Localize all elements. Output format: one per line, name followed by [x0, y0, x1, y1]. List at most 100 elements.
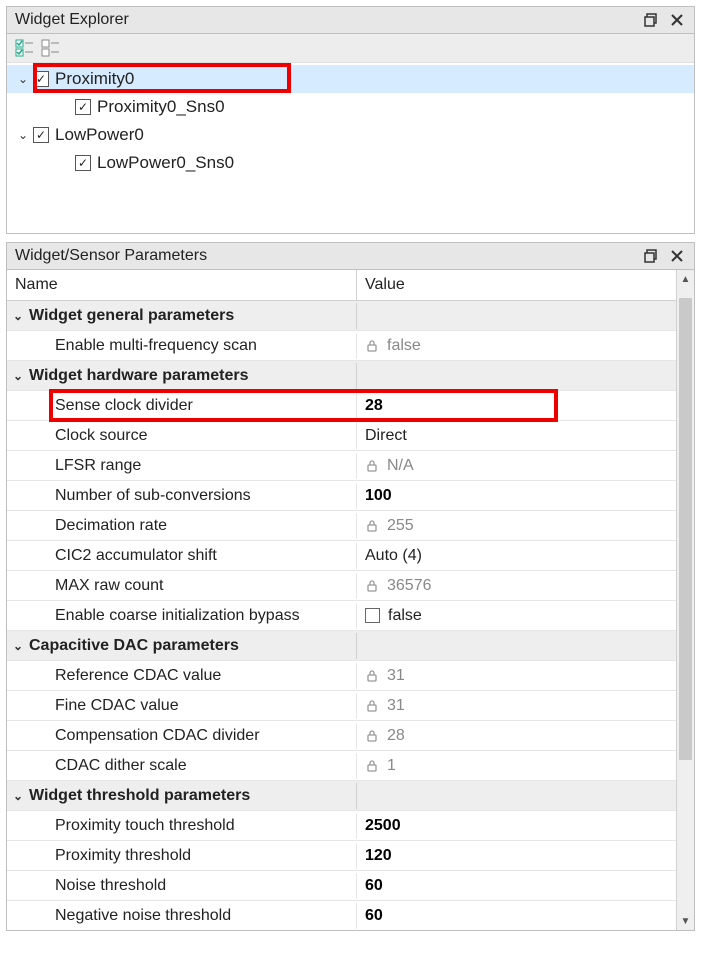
param-row[interactable]: Enable coarse initialization bypass false: [7, 601, 676, 631]
lock-icon: [365, 759, 379, 773]
param-row[interactable]: Noise threshold 60: [7, 871, 676, 901]
param-row[interactable]: Decimation rate255: [7, 511, 676, 541]
section-value-empty: [357, 372, 676, 380]
param-section-header[interactable]: ⌄Widget general parameters: [7, 301, 676, 331]
param-row[interactable]: Clock sourceDirect: [7, 421, 676, 451]
chevron-down-icon[interactable]: ⌄: [7, 369, 29, 383]
tree-item-label: Proximity0: [55, 69, 134, 89]
tree-item[interactable]: ✓ Proximity0_Sns0: [7, 93, 694, 121]
chevron-down-icon[interactable]: ⌄: [7, 309, 29, 323]
param-name: Sense clock divider: [7, 393, 357, 419]
param-name: Proximity threshold: [7, 843, 357, 869]
param-row[interactable]: Enable multi-frequency scanfalse: [7, 331, 676, 361]
tree-checkbox[interactable]: ✓: [75, 155, 91, 171]
params-grid-header: Name Value: [7, 270, 676, 301]
param-row[interactable]: Number of sub-conversions100: [7, 481, 676, 511]
param-value[interactable]: 28: [357, 393, 676, 419]
tree-item-label: LowPower0: [55, 125, 144, 145]
param-name: LFSR range: [7, 453, 357, 479]
param-row[interactable]: MAX raw count 36576: [7, 571, 676, 601]
scroll-up-icon[interactable]: ▲: [677, 270, 694, 288]
lock-icon: [365, 669, 379, 683]
param-row[interactable]: CIC2 accumulator shiftAuto (4): [7, 541, 676, 571]
tree-item[interactable]: ⌄✓ Proximity0: [7, 65, 694, 93]
lock-icon: [365, 339, 379, 353]
param-value-text: 60: [365, 877, 383, 895]
close-icon[interactable]: [668, 11, 686, 29]
param-value[interactable]: 60: [357, 873, 676, 899]
section-title: Widget hardware parameters: [29, 363, 357, 389]
chevron-down-icon[interactable]: ⌄: [7, 639, 29, 653]
column-header-name[interactable]: Name: [7, 270, 357, 300]
uncheck-all-icon[interactable]: [41, 38, 61, 58]
param-section-header[interactable]: ⌄Widget threshold parameters: [7, 781, 676, 811]
widget-explorer-header: Widget Explorer: [7, 7, 694, 34]
tree-checkbox[interactable]: ✓: [75, 99, 91, 115]
param-value[interactable]: 60: [357, 903, 676, 929]
close-icon[interactable]: [668, 247, 686, 265]
param-value-text: false: [388, 607, 422, 625]
check-all-icon[interactable]: [15, 38, 35, 58]
param-name: Negative noise threshold: [7, 903, 357, 929]
params-grid-body: ⌄Widget general parametersEnable multi-f…: [7, 301, 676, 930]
param-value: 255: [357, 513, 676, 539]
param-section-header[interactable]: ⌄Capacitive DAC parameters: [7, 631, 676, 661]
widget-params-panel: Widget/Sensor Parameters Name Value ⌄Wid…: [6, 242, 695, 931]
param-name: Enable coarse initialization bypass: [7, 603, 357, 629]
tree-item-label: LowPower0_Sns0: [97, 153, 234, 173]
scroll-down-icon[interactable]: ▼: [677, 912, 694, 930]
param-value: 1: [357, 753, 676, 779]
tree-item[interactable]: ⌄✓ LowPower0: [7, 121, 694, 149]
param-row[interactable]: Reference CDAC value31: [7, 661, 676, 691]
restore-icon[interactable]: [642, 11, 660, 29]
section-value-empty: [357, 792, 676, 800]
param-value-text: 36576: [387, 577, 432, 595]
vertical-scrollbar[interactable]: ▲ ▼: [676, 270, 694, 930]
param-value-text: 60: [365, 907, 383, 925]
param-row[interactable]: LFSR range N/A: [7, 451, 676, 481]
section-title: Widget general parameters: [29, 303, 357, 329]
param-value: N/A: [357, 453, 676, 479]
param-value[interactable]: false: [357, 603, 676, 629]
tree-item-label: Proximity0_Sns0: [97, 97, 225, 117]
param-name: Noise threshold: [7, 873, 357, 899]
section-title: Widget threshold parameters: [29, 783, 357, 809]
param-value[interactable]: 120: [357, 843, 676, 869]
restore-icon[interactable]: [642, 247, 660, 265]
param-row[interactable]: Proximity threshold120: [7, 841, 676, 871]
lock-icon: [365, 579, 379, 593]
param-name: Decimation rate: [7, 513, 357, 539]
chevron-down-icon[interactable]: ⌄: [7, 789, 29, 803]
tree-checkbox[interactable]: ✓: [33, 71, 49, 87]
chevron-down-icon[interactable]: ⌄: [15, 72, 31, 86]
params-body: Name Value ⌄Widget general parametersEna…: [7, 270, 694, 930]
param-row[interactable]: Sense clock divider 28: [7, 391, 676, 421]
param-value[interactable]: 2500: [357, 813, 676, 839]
param-value-text: Auto (4): [365, 547, 422, 565]
widget-explorer-title: Widget Explorer: [15, 11, 642, 29]
param-name: Proximity touch threshold: [7, 813, 357, 839]
param-row[interactable]: Negative noise threshold 60: [7, 901, 676, 930]
tree-item[interactable]: ✓ LowPower0_Sns0: [7, 149, 694, 177]
param-row[interactable]: Compensation CDAC divider28: [7, 721, 676, 751]
param-value: 31: [357, 693, 676, 719]
chevron-down-icon[interactable]: ⌄: [15, 128, 31, 142]
param-row[interactable]: CDAC dither scale1: [7, 751, 676, 781]
param-section-header[interactable]: ⌄Widget hardware parameters: [7, 361, 676, 391]
param-row[interactable]: Fine CDAC value31: [7, 691, 676, 721]
param-value-text: 28: [365, 397, 383, 415]
param-value[interactable]: 100: [357, 483, 676, 509]
column-header-value[interactable]: Value: [357, 270, 676, 300]
param-row[interactable]: Proximity touch threshold2500: [7, 811, 676, 841]
param-value[interactable]: Direct: [357, 423, 676, 449]
scroll-thumb[interactable]: [679, 298, 692, 760]
param-name: MAX raw count: [7, 573, 357, 599]
param-value-text: 100: [365, 487, 392, 505]
param-name: Fine CDAC value: [7, 693, 357, 719]
tree-checkbox[interactable]: ✓: [33, 127, 49, 143]
param-name: Clock source: [7, 423, 357, 449]
param-value-text: 31: [387, 667, 405, 685]
param-checkbox[interactable]: [365, 608, 380, 623]
param-value[interactable]: Auto (4): [357, 543, 676, 569]
param-value-text: N/A: [387, 457, 414, 475]
